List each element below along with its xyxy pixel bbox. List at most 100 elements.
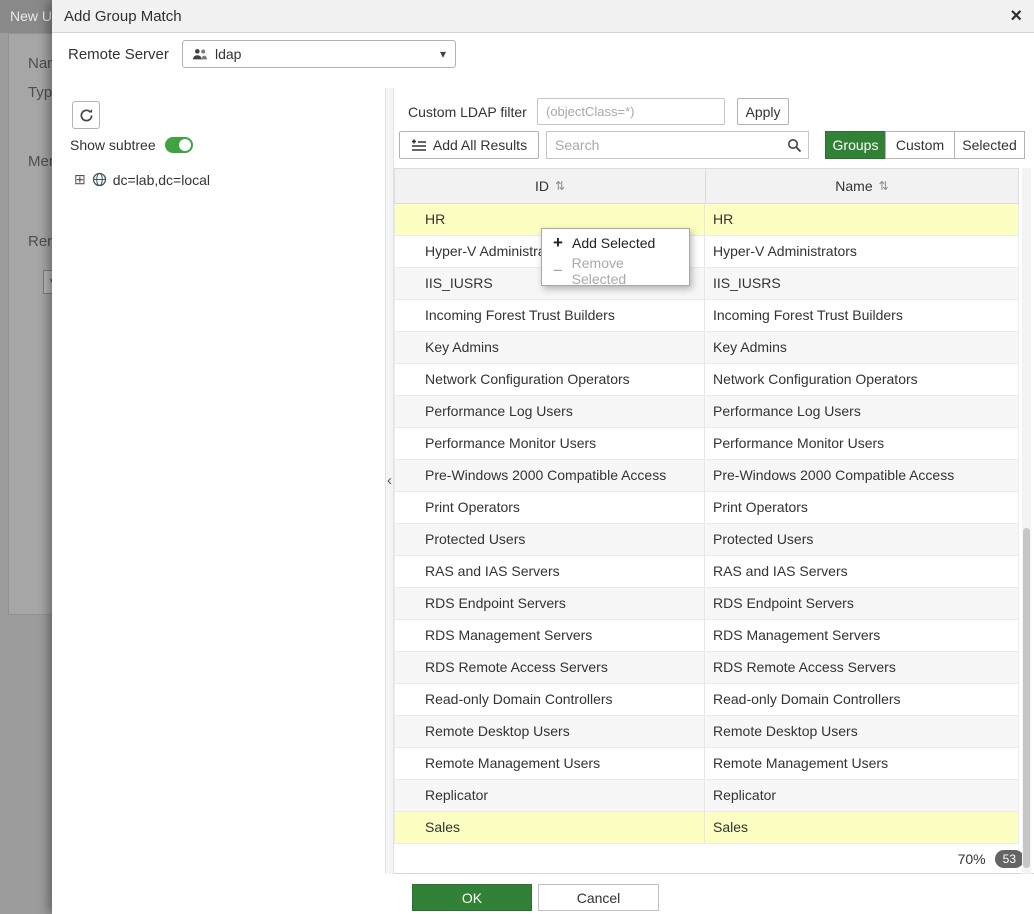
cell-name: IIS_IUSRS [705,268,1018,299]
search-button[interactable] [780,131,809,159]
sort-icon[interactable]: ⇅ [555,179,565,193]
cell-id: Replicator [395,780,705,811]
cell-name: HR [705,204,1018,235]
cell-name: Protected Users [705,524,1018,555]
expand-icon[interactable]: ⊞ [74,171,86,188]
table-row[interactable]: IIS_IUSRSIIS_IUSRS [395,268,1018,300]
column-header-id[interactable]: ID ⇅ [395,169,705,203]
cell-id: Print Operators [395,492,705,523]
background-label-remote: Rem [28,233,52,250]
table-row[interactable]: Pre-Windows 2000 Compatible AccessPre-Wi… [395,460,1018,492]
table-scrollbar[interactable] [1022,168,1031,874]
context-menu-add-selected[interactable]: + Add Selected [542,229,689,257]
remote-server-dropdown[interactable]: ldap ▾ [182,40,456,68]
cell-id: Read-only Domain Controllers [395,684,705,715]
table-row[interactable]: SalesSales [395,812,1018,844]
table-row[interactable]: RAS and IAS ServersRAS and IAS Servers [395,556,1018,588]
cell-id: Key Admins [395,332,705,363]
cell-name: RDS Endpoint Servers [705,588,1018,619]
users-icon [192,47,208,61]
cell-id: Protected Users [395,524,705,555]
table-row[interactable]: Key AdminsKey Admins [395,332,1018,364]
dialog-title: Add Group Match [64,8,182,25]
apply-button[interactable]: Apply [737,98,789,125]
add-all-results-button[interactable]: Add All Results [399,131,539,159]
background-page: New U Nam Type Mem Rem * [0,0,52,914]
cell-name: Read-only Domain Controllers [705,684,1018,715]
background-required-marker: * [43,270,52,294]
cell-name: RDS Management Servers [705,620,1018,651]
background-form-panel [8,33,52,615]
context-menu: + Add Selected − Remove Selected [541,228,690,286]
table-row[interactable]: Print OperatorsPrint Operators [395,492,1018,524]
cell-name: RDS Remote Access Servers [705,652,1018,683]
table-body: HRHRHyper-V AdministratorsHyper-V Admini… [394,204,1019,844]
cell-name: Performance Log Users [705,396,1018,427]
ok-button[interactable]: OK [412,884,532,911]
table-row[interactable]: Incoming Forest Trust BuildersIncoming F… [395,300,1018,332]
result-count-badge: 53 [995,850,1024,868]
progress-percent: 70% [958,851,986,867]
sort-icon[interactable]: ⇅ [879,179,889,193]
context-menu-add-selected-label: Add Selected [572,235,655,251]
collapse-panel-icon[interactable]: ‹ [385,472,394,489]
table-row[interactable]: Remote Desktop UsersRemote Desktop Users [395,716,1018,748]
search-input[interactable] [546,131,781,159]
cancel-button[interactable]: Cancel [538,884,659,911]
cell-name: RAS and IAS Servers [705,556,1018,587]
cell-name: Incoming Forest Trust Builders [705,300,1018,331]
table-row[interactable]: Remote Management UsersRemote Management… [395,748,1018,780]
cell-id: Remote Management Users [395,748,705,779]
table-row[interactable]: HRHR [395,204,1018,236]
column-header-name[interactable]: Name ⇅ [705,169,1018,203]
cell-name: Remote Management Users [705,748,1018,779]
list-plus-icon [411,139,427,152]
cell-name: Print Operators [705,492,1018,523]
search-icon [787,138,802,153]
table-row[interactable]: Hyper-V AdministratorsHyper-V Administra… [395,236,1018,268]
cell-name: Key Admins [705,332,1018,363]
cell-name: Sales [705,812,1018,843]
background-label-name: Nam [28,55,52,72]
tab-selected[interactable]: Selected [954,131,1025,159]
context-menu-remove-selected[interactable]: − Remove Selected [542,257,689,285]
table-row[interactable]: RDS Remote Access ServersRDS Remote Acce… [395,652,1018,684]
table-row[interactable]: RDS Endpoint ServersRDS Endpoint Servers [395,588,1018,620]
cell-id: Incoming Forest Trust Builders [395,300,705,331]
results-filter-tabs: Groups Custom Selected [825,131,1025,159]
cell-name: Hyper-V Administrators [705,236,1018,267]
tree-node-label: dc=lab,dc=local [113,172,210,188]
column-header-id-label: ID [535,178,549,194]
dialog-header: Add Group Match × [52,0,1034,33]
cell-id: Network Configuration Operators [395,364,705,395]
table-row[interactable]: Protected UsersProtected Users [395,524,1018,556]
tree-node-root[interactable]: ⊞ dc=lab,dc=local [74,171,210,188]
cell-name: Replicator [705,780,1018,811]
cell-name: Performance Monitor Users [705,428,1018,459]
minus-icon: − [552,261,564,281]
show-subtree-label: Show subtree [70,137,156,153]
ldap-filter-input[interactable] [537,98,725,125]
table-row[interactable]: RDS Management ServersRDS Management Ser… [395,620,1018,652]
table-row[interactable]: Read-only Domain ControllersRead-only Do… [395,684,1018,716]
plus-icon: + [552,233,564,253]
table-scrollbar-thumb[interactable] [1023,528,1030,868]
table-row[interactable]: Performance Log UsersPerformance Log Use… [395,396,1018,428]
show-subtree-toggle[interactable] [165,137,193,153]
cell-name: Remote Desktop Users [705,716,1018,747]
tab-groups[interactable]: Groups [825,131,886,159]
cell-id: RAS and IAS Servers [395,556,705,587]
table-row[interactable]: Network Configuration OperatorsNetwork C… [395,364,1018,396]
table-footer: 70% 53 [394,844,1034,874]
remote-server-label: Remote Server [68,46,169,63]
tab-custom[interactable]: Custom [885,131,955,159]
cell-name: Pre-Windows 2000 Compatible Access [705,460,1018,491]
table-row[interactable]: Performance Monitor UsersPerformance Mon… [395,428,1018,460]
cell-name: Network Configuration Operators [705,364,1018,395]
results-table: ID ⇅ Name ⇅ HRHRHyper-V AdministratorsHy… [394,168,1019,844]
add-all-results-label: Add All Results [433,137,527,153]
refresh-button[interactable] [72,101,100,129]
table-row[interactable]: ReplicatorReplicator [395,780,1018,812]
refresh-icon [79,108,94,123]
close-icon[interactable]: × [1010,6,1022,26]
